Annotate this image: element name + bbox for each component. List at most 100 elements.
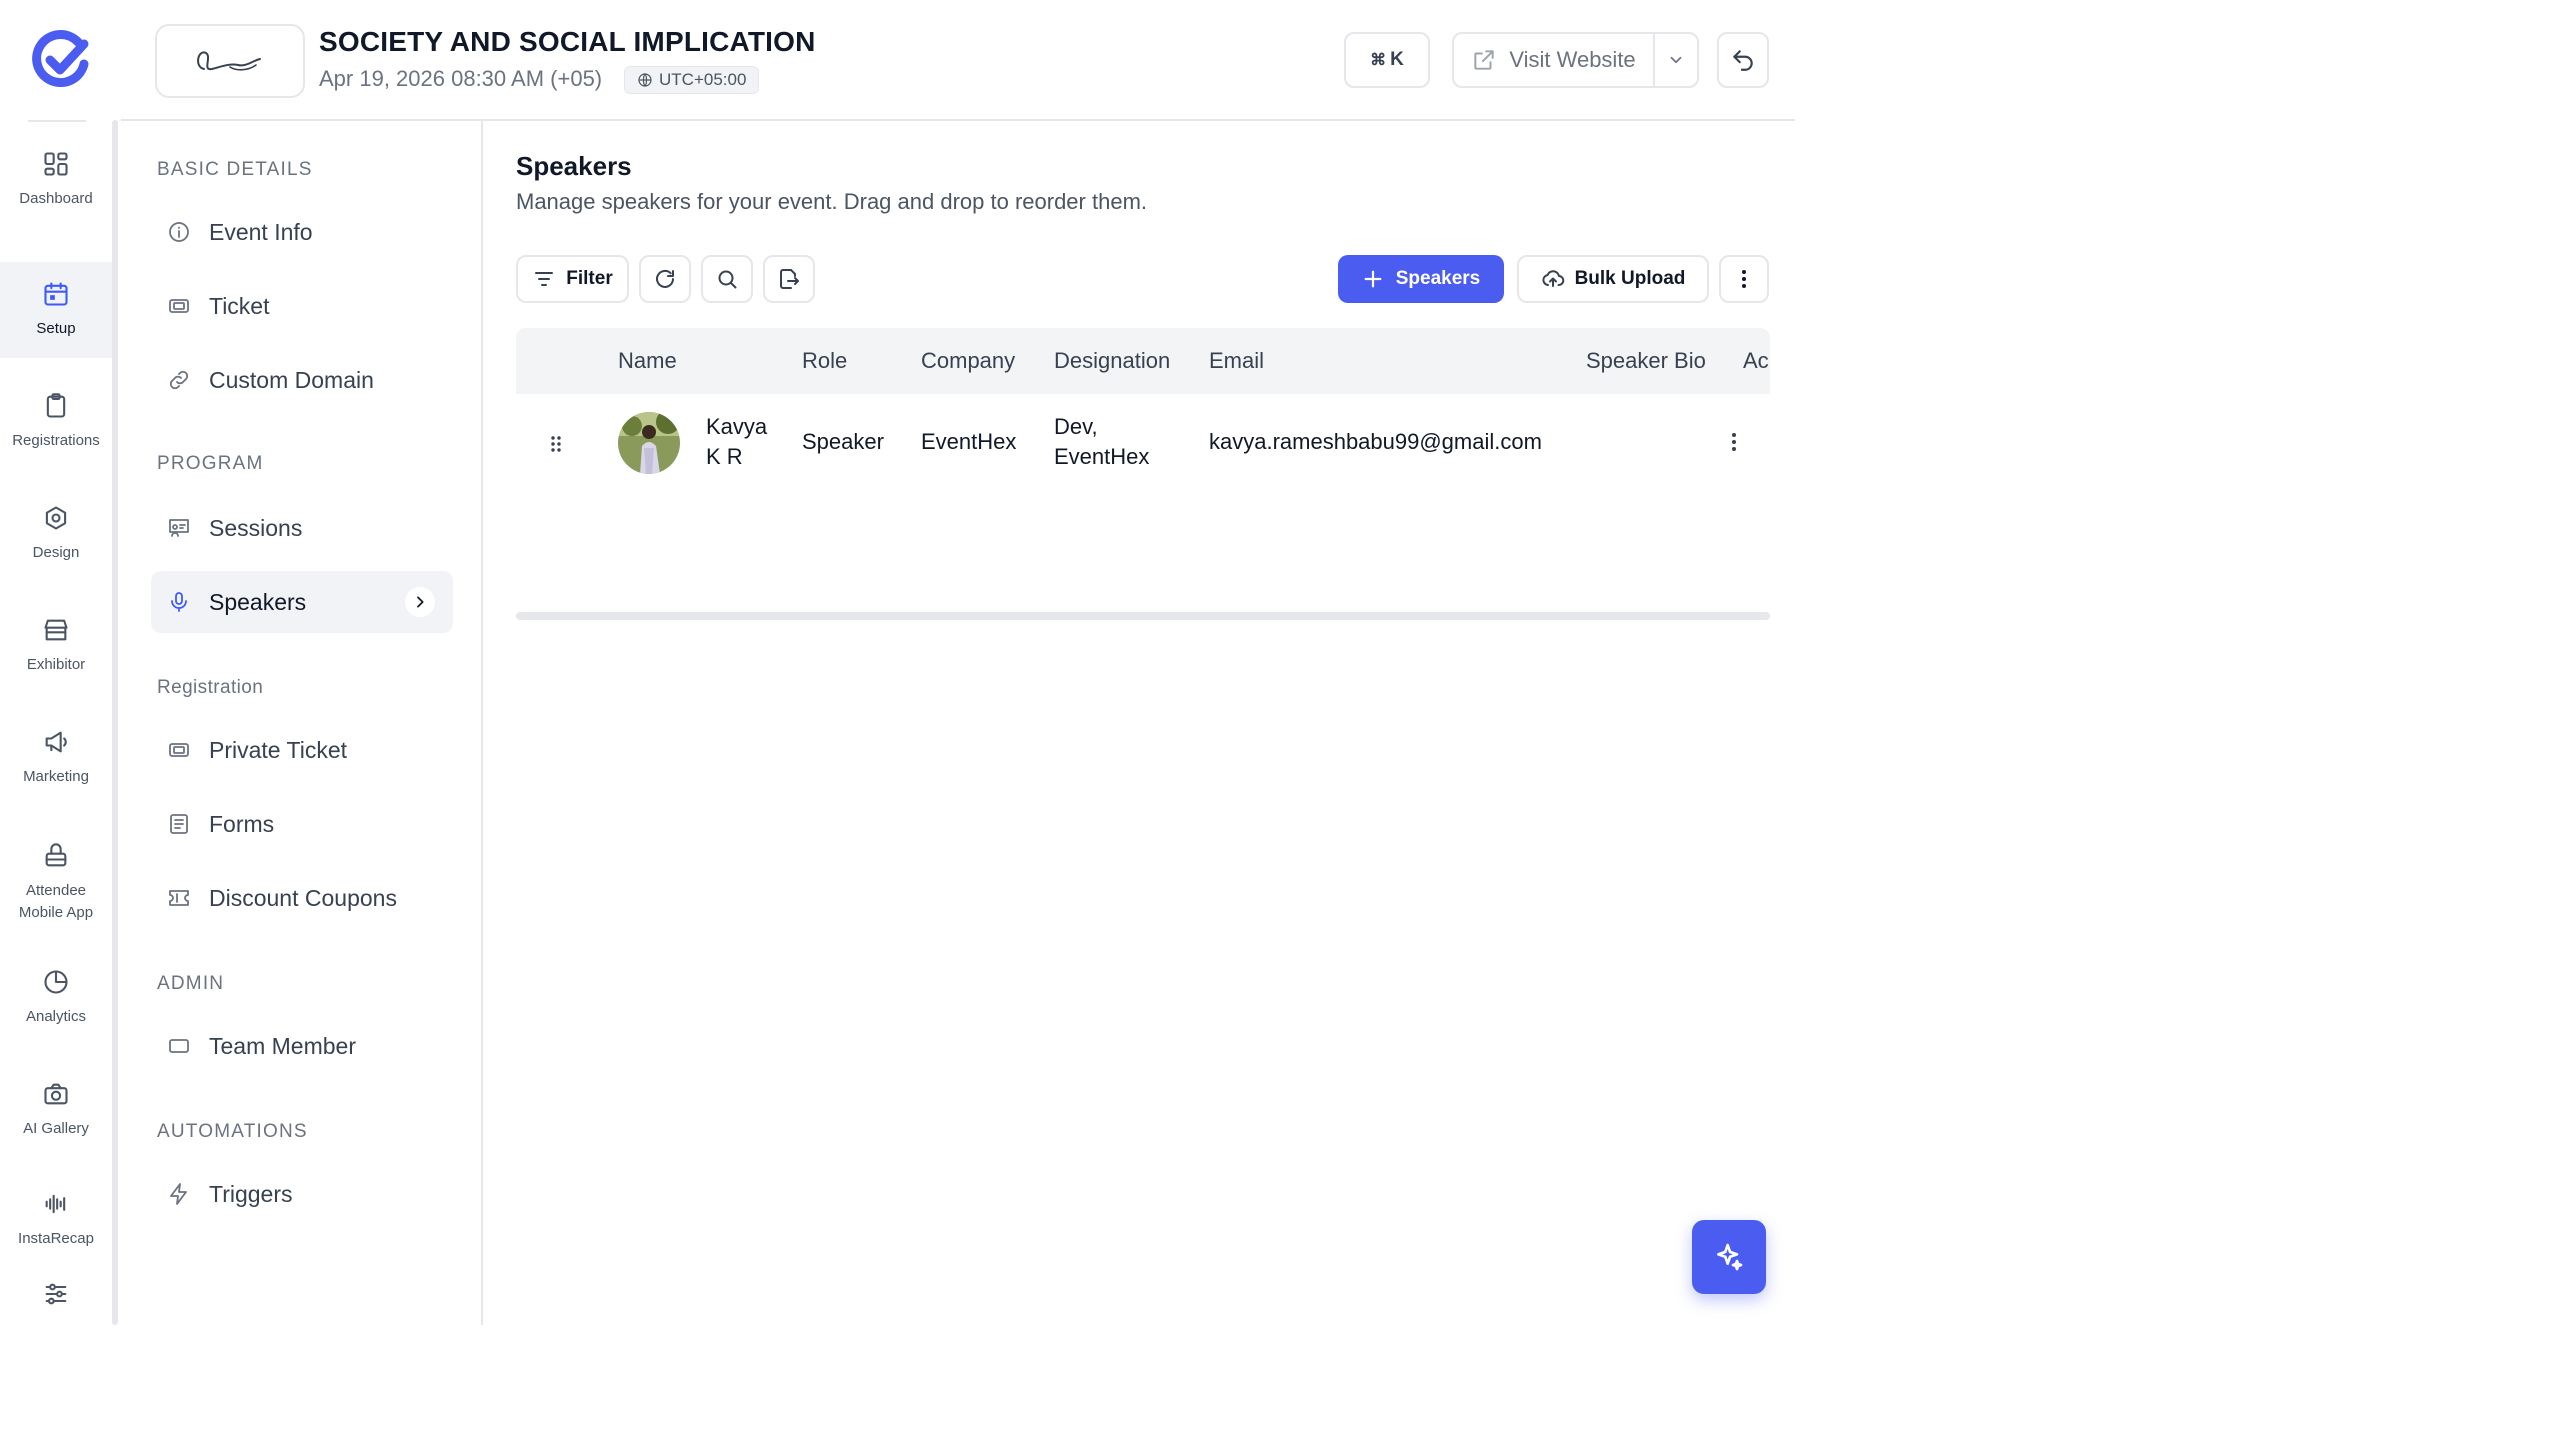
table-horizontal-scrollbar[interactable] — [516, 612, 1770, 620]
rail-item-dashboard[interactable]: Dashboard — [0, 132, 112, 228]
add-speaker-button[interactable]: Speakers — [1338, 255, 1504, 303]
column-header-speaker-bio[interactable]: Speaker Bio — [1586, 348, 1706, 374]
timezone-badge: UTC+05:00 — [624, 66, 760, 94]
section-title-automations: AUTOMATIONS — [157, 1121, 308, 1142]
cloud-upload-icon — [1542, 270, 1564, 287]
microphone-icon — [171, 592, 187, 612]
nav-item-event-info[interactable]: Event Info — [151, 201, 453, 263]
filter-button[interactable]: Filter — [516, 255, 629, 303]
rail-item-exhibitor[interactable]: Exhibitor — [0, 598, 112, 694]
nav-item-triggers[interactable]: Triggers — [151, 1163, 453, 1225]
nav-item-sessions[interactable]: Sessions — [151, 497, 453, 559]
signature-logo-icon — [197, 51, 261, 71]
more-options-button[interactable] — [1719, 255, 1769, 303]
command-key-symbol: ⌘ — [1370, 52, 1387, 69]
command-palette-button[interactable]: ⌘ K — [1344, 32, 1430, 88]
refresh-button[interactable] — [639, 255, 691, 303]
shortcut-key: K — [1390, 49, 1404, 70]
speaker-name: Kavya K R — [706, 412, 767, 472]
rail-scrollbar[interactable] — [112, 120, 118, 1325]
rail-item-ai-gallery[interactable]: AI Gallery — [0, 1062, 112, 1158]
nav-item-private-ticket[interactable]: Private Ticket — [151, 719, 453, 781]
coupon-icon — [169, 890, 189, 906]
column-header-actions[interactable]: Ac — [1743, 348, 1769, 374]
nav-item-discount-coupons[interactable]: Discount Coupons — [151, 867, 453, 929]
more-vertical-icon — [1732, 433, 1736, 451]
calendar-icon — [44, 282, 68, 306]
drag-handle[interactable] — [546, 432, 566, 462]
team-member-icon — [169, 1039, 189, 1053]
link-icon — [169, 370, 189, 390]
row-actions-button[interactable] — [1720, 428, 1748, 456]
speaker-designation-line: EventHex — [1054, 444, 1150, 469]
rail-label: Setup — [36, 320, 76, 337]
speaker-designation-line: Dev, — [1054, 414, 1098, 439]
icon-rail: Dashboard Setup Registrations Design Exh… — [0, 0, 121, 1325]
rail-label: AI Gallery — [23, 1120, 89, 1137]
column-header-name[interactable]: Name — [618, 348, 677, 374]
event-date: Apr 19, 2026 08:30 AM (+05) — [319, 66, 603, 91]
nav-label: Discount Coupons — [209, 884, 397, 911]
rail-item-marketing[interactable]: Marketing — [0, 710, 112, 806]
presentation-icon — [169, 519, 189, 537]
page-subtitle: Manage speakers for your event. Drag and… — [516, 189, 1148, 214]
ticket-icon — [169, 743, 189, 757]
speakers-panel: Speakers Manage speakers for your event.… — [483, 121, 1795, 1325]
undo-icon — [1733, 50, 1753, 71]
visit-website-button[interactable]: Visit Website — [1452, 32, 1655, 88]
nav-label: Team Member — [209, 1032, 356, 1059]
rail-label: Analytics — [25, 1008, 87, 1025]
avatar — [618, 412, 680, 474]
section-title-program: PROGRAM — [157, 453, 264, 474]
export-button[interactable] — [763, 255, 815, 303]
rail-item-attendee-mobile-app[interactable]: Attendee Mobile App — [0, 828, 112, 938]
column-header-company[interactable]: Company — [921, 348, 1015, 374]
refresh-icon — [656, 269, 674, 288]
visit-website-dropdown[interactable] — [1653, 32, 1699, 88]
rail-item-registrations[interactable]: Registrations — [0, 374, 112, 470]
megaphone-icon — [45, 731, 67, 753]
rail-label: Design — [32, 544, 80, 561]
rail-item-analytics[interactable]: Analytics — [0, 950, 112, 1046]
mobile-app-icon — [45, 843, 67, 867]
lightning-icon — [170, 1183, 187, 1205]
page: Dashboard Setup Registrations Design Exh… — [0, 0, 2560, 1440]
rail-item-settings[interactable] — [0, 1262, 112, 1326]
rail-item-setup[interactable]: Setup — [0, 262, 112, 358]
event-logo-thumbnail[interactable] — [155, 24, 305, 98]
search-button[interactable] — [701, 255, 753, 303]
rail-label: Registrations — [12, 432, 100, 449]
rail-item-instarecap[interactable]: InstaRecap — [0, 1172, 112, 1268]
nav-item-team-member[interactable]: Team Member — [151, 1015, 453, 1077]
dashboard-icon — [44, 152, 68, 176]
nav-item-ticket[interactable]: Ticket — [151, 275, 453, 337]
rail-label: Marketing — [23, 768, 89, 785]
nav-item-custom-domain[interactable]: Custom Domain — [151, 349, 453, 411]
nav-label: Custom Domain — [209, 366, 374, 393]
audio-wave-icon — [45, 1194, 66, 1214]
globe-icon — [638, 73, 652, 87]
bulk-upload-button[interactable]: Bulk Upload — [1517, 255, 1709, 303]
column-header-designation[interactable]: Designation — [1054, 348, 1170, 374]
app-logo-icon[interactable] — [28, 28, 92, 92]
timezone-label: UTC+05:00 — [659, 70, 747, 89]
event-title: SOCIETY AND SOCIAL IMPLICATION — [319, 26, 816, 57]
column-header-email[interactable]: Email — [1209, 348, 1264, 374]
rail-item-design[interactable]: Design — [0, 486, 112, 582]
column-header-role[interactable]: Role — [802, 348, 847, 374]
table-row[interactable]: Kavya K R Speaker EventHex Dev, EventHex… — [516, 394, 1770, 492]
sparkle-icon — [1717, 1243, 1743, 1271]
nav-item-speakers[interactable]: Speakers — [151, 571, 453, 633]
nav-label: Triggers — [209, 1180, 293, 1207]
plus-icon — [1364, 270, 1382, 288]
nav-item-forms[interactable]: Forms — [151, 793, 453, 855]
app-window: Dashboard Setup Registrations Design Exh… — [0, 0, 1795, 1325]
speaker-email: kavya.rameshbabu99@gmail.com — [1209, 429, 1542, 454]
nav-label: Private Ticket — [209, 736, 348, 763]
chevron-down-icon — [1670, 56, 1682, 64]
form-icon — [170, 814, 188, 834]
undo-button[interactable] — [1717, 32, 1769, 88]
clipboard-icon — [46, 393, 66, 418]
ai-assistant-button[interactable] — [1692, 1220, 1766, 1294]
page-title: Speakers — [516, 151, 632, 181]
